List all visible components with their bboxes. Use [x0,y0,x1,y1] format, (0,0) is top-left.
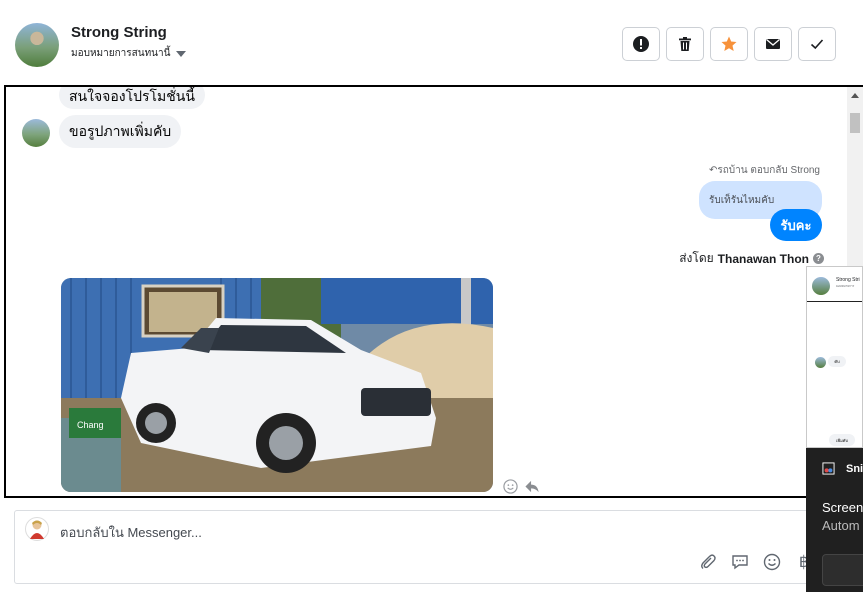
help-icon[interactable]: ? [813,253,824,264]
preview-divider [807,301,862,302]
scroll-thumb[interactable] [850,113,860,133]
incoming-message[interactable]: ขอรูปภาพเพิ่มคับ [59,115,182,148]
star-icon [721,36,737,51]
page-avatar [25,517,49,541]
chevron-down-icon [176,50,187,57]
chat-bubble-icon[interactable] [729,551,751,573]
trash-icon [679,37,691,51]
contact-name[interactable]: Strong String [71,24,167,41]
composer-tools: ฿ [697,551,815,573]
snip-message-body: Autom [822,518,860,533]
message-thread[interactable]: สนใจจองโปรโมชั่นนี้ ขอรูปภาพเพิ่มคับ ↶รถ… [4,85,863,498]
delete-button[interactable] [666,27,704,61]
smiley-icon[interactable] [761,551,783,573]
messenger-inbox-window: Strong String มอบหมายการสนทนานี้ สนใจจอง… [0,0,863,592]
preview-contact-name: Strong Stri [836,277,860,283]
sender-name: Thanawan Thon [717,251,809,266]
preview-sender-avatar [815,357,826,368]
photo-attachment[interactable]: Chang [61,278,493,492]
svg-text:Chang: Chang [77,420,104,430]
reply-icon[interactable] [524,479,540,494]
snipping-tool-icon [822,462,835,475]
snip-message-title: Screen [822,500,863,515]
smiley-icon[interactable] [503,479,518,494]
mark-unread-button[interactable] [754,27,792,61]
outgoing-message[interactable]: รับคะ [770,209,822,241]
check-icon [810,39,824,50]
snip-notification[interactable]: Strong Stri มอบหมายการ คับ เพิ่มคับ Sni … [806,266,863,592]
snip-action-button[interactable] [822,554,863,586]
preview-bubble: คับ [828,356,846,367]
conversation-header: Strong String มอบหมายการสนทนานี้ [0,0,863,84]
incoming-message[interactable]: สนใจจองโปรโมชั่นนี้ [59,87,205,109]
assign-label: มอบหมายการสนทนานี้ [71,48,171,59]
exclamation-icon [633,36,649,52]
paperclip-icon[interactable] [697,551,719,573]
reply-input[interactable] [60,525,660,540]
page-logo-icon [25,517,49,541]
reply-context-label: ↶รถบ้าน ตอบกลับ Strong [708,165,820,176]
snip-preview[interactable]: Strong Stri มอบหมายการ คับ เพิ่มคับ [806,266,863,448]
snip-toast[interactable]: Sni Screen Autom [806,448,863,592]
message-actions [503,479,540,494]
truck-photo: Chang [61,278,493,492]
assign-conversation-dropdown[interactable]: มอบหมายการสนทนานี้ [71,46,187,61]
envelope-icon [766,39,780,49]
reply-composer: ฿ [14,510,834,584]
report-spam-button[interactable] [622,27,660,61]
preview-assign-label: มอบหมายการ [836,284,855,288]
contact-avatar[interactable] [15,23,59,67]
star-button[interactable] [710,27,748,61]
header-actions [622,27,836,61]
snip-app-name: Sni [846,463,863,475]
sender-avatar [22,119,50,147]
scroll-up-arrow-icon[interactable] [851,93,859,98]
sent-by-label: ส่งโดย Thanawan Thon ? [679,249,824,268]
preview-avatar [812,277,830,295]
preview-bubble: เพิ่มคับ [829,434,855,446]
mark-done-button[interactable] [798,27,836,61]
